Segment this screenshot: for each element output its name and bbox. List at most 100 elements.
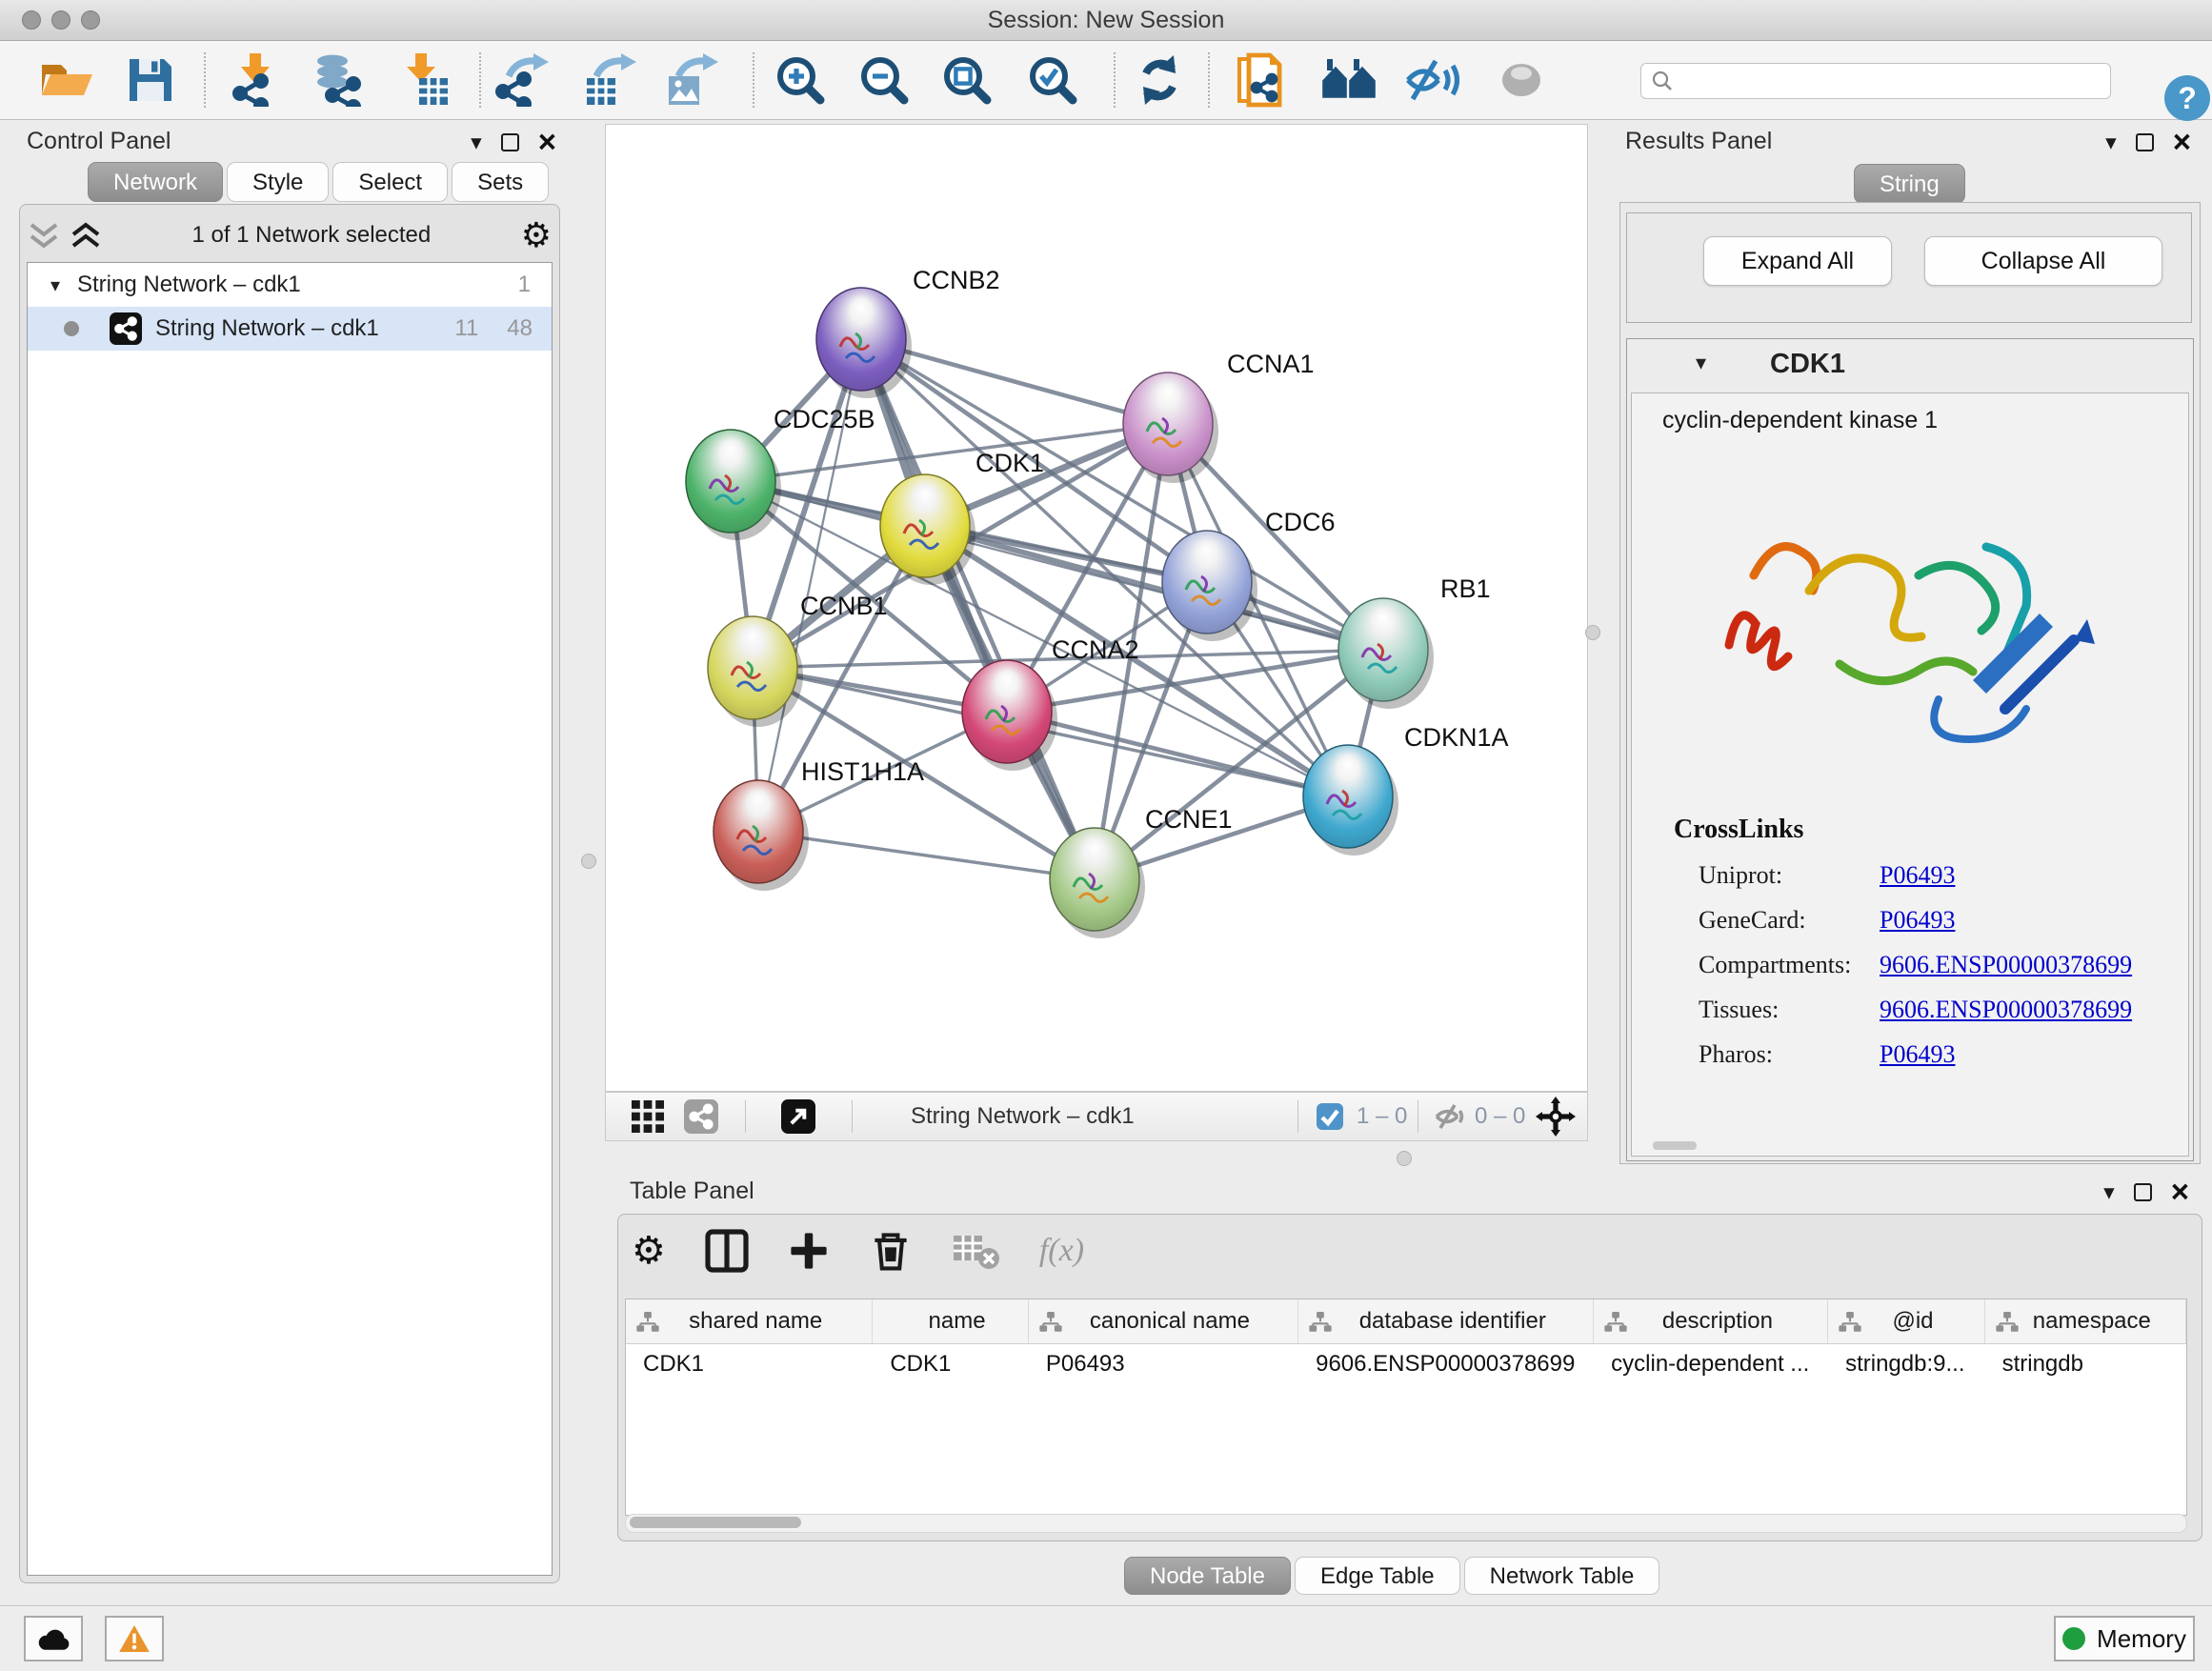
network-edge[interactable]	[1007, 712, 1348, 796]
memory-button[interactable]: Memory	[2054, 1616, 2195, 1661]
results-panel-close-icon[interactable]: ×	[2173, 130, 2191, 154]
tab-edge-table[interactable]: Edge Table	[1295, 1557, 1460, 1595]
network-node[interactable]	[1050, 828, 1145, 938]
collapse-all-icon[interactable]	[28, 221, 60, 250]
network-node[interactable]	[962, 660, 1057, 771]
network-node[interactable]	[686, 430, 781, 540]
zoom-in-icon[interactable]	[775, 55, 825, 105]
network-node[interactable]	[1338, 598, 1434, 709]
birdseye-view-icon[interactable]	[781, 1099, 815, 1134]
expand-all-button[interactable]: Expand All	[1703, 236, 1892, 286]
crosslink-link[interactable]: P06493	[1880, 861, 1955, 890]
import-table-icon[interactable]	[398, 53, 455, 107]
clone-network-icon[interactable]	[1234, 51, 1291, 109]
network-node-label: HIST1H1A	[801, 757, 924, 786]
table-cell[interactable]: 9606.ENSP00000378699	[1298, 1343, 1594, 1385]
vertical-splitter-handle[interactable]	[581, 854, 596, 869]
zoom-out-icon[interactable]	[859, 55, 909, 105]
delete-column-icon[interactable]	[868, 1228, 914, 1274]
cloud-button[interactable]	[24, 1616, 83, 1661]
tab-sets[interactable]: Sets	[452, 162, 549, 202]
gear-icon[interactable]: ⚙	[521, 218, 552, 252]
show-columns-icon[interactable]	[704, 1228, 750, 1274]
network-node[interactable]	[708, 616, 803, 727]
fit-content-crosshair-icon[interactable]	[1536, 1097, 1576, 1137]
collapse-all-button[interactable]: Collapse All	[1924, 236, 2162, 286]
control-panel-close-icon[interactable]: ×	[538, 130, 556, 154]
crosslink-link[interactable]: 9606.ENSP00000378699	[1880, 951, 2132, 979]
results-panel-menu-icon[interactable]: ▾	[2105, 131, 2117, 153]
network-row[interactable]: String Network – cdk1 11 48	[28, 307, 552, 351]
table-cell[interactable]: cyclin-dependent ...	[1594, 1343, 1828, 1385]
network-collection-row[interactable]: ▾ String Network – cdk1 1	[28, 263, 552, 307]
warning-button[interactable]	[105, 1616, 164, 1661]
refresh-layout-icon[interactable]	[1133, 53, 1186, 107]
table-cell[interactable]: stringdb	[1985, 1343, 2186, 1385]
control-panel-menu-icon[interactable]: ▾	[471, 131, 482, 153]
tab-style[interactable]: Style	[227, 162, 329, 202]
network-node[interactable]	[1162, 531, 1257, 641]
export-network-icon[interactable]	[493, 53, 551, 107]
network-canvas[interactable]: CCNB2CCNA1CDC25BCDK1CDC6RB1CCNB1CCNA2CDK…	[605, 124, 1588, 1092]
column-header[interactable]: namespace	[1985, 1299, 2186, 1343]
scrollbar-thumb[interactable]	[1653, 1141, 1697, 1150]
crosslink-link[interactable]: P06493	[1880, 1040, 1955, 1069]
network-node[interactable]	[1303, 745, 1398, 856]
help-button[interactable]: ?	[2164, 75, 2210, 121]
eye-icon[interactable]	[1497, 55, 1546, 105]
table-row[interactable]: CDK1CDK1P064939606.ENSP00000378699cyclin…	[626, 1343, 2186, 1385]
hide-unhide-icon[interactable]	[1404, 55, 1459, 105]
column-header[interactable]: canonical name	[1029, 1299, 1298, 1343]
network-node[interactable]	[1123, 372, 1218, 483]
grid-view-icon[interactable]	[632, 1100, 664, 1133]
scrollbar-thumb[interactable]	[630, 1517, 801, 1528]
column-header[interactable]: database identifier	[1298, 1299, 1594, 1343]
network-node[interactable]	[714, 780, 809, 891]
column-header[interactable]: @id	[1828, 1299, 1984, 1343]
tab-string[interactable]: String	[1854, 164, 1965, 204]
table-cell[interactable]: CDK1	[626, 1343, 873, 1385]
horizontal-splitter-handle[interactable]	[1397, 1151, 1412, 1166]
import-network-file-icon[interactable]	[229, 53, 286, 107]
network-node[interactable]	[816, 288, 912, 398]
open-session-icon[interactable]	[38, 55, 95, 105]
home-icon[interactable]	[1319, 57, 1380, 103]
search-input[interactable]	[1681, 66, 2102, 94]
tab-select[interactable]: Select	[332, 162, 448, 202]
gene-section-header[interactable]: ▾ CDK1	[1627, 339, 2193, 393]
column-header[interactable]: shared name	[626, 1299, 873, 1343]
table-cell[interactable]: CDK1	[873, 1343, 1029, 1385]
vertical-splitter-handle[interactable]	[1585, 625, 1600, 640]
search-field[interactable]	[1640, 63, 2111, 99]
horizontal-scrollbar[interactable]	[625, 1514, 2187, 1533]
crosslink-link[interactable]: 9606.ENSP00000378699	[1880, 996, 2132, 1024]
expand-all-icon[interactable]	[70, 221, 102, 250]
zoom-selected-icon[interactable]	[1028, 55, 1077, 105]
network-share-view-icon[interactable]	[684, 1099, 718, 1134]
tab-network[interactable]: Network	[88, 162, 223, 202]
edge-count: 48	[507, 315, 533, 342]
results-panel-float-icon[interactable]	[2136, 133, 2154, 151]
tab-network-table[interactable]: Network Table	[1464, 1557, 1660, 1595]
export-image-icon[interactable]	[663, 53, 720, 107]
tab-node-table[interactable]: Node Table	[1124, 1557, 1291, 1595]
selected-checkbox-icon[interactable]	[1317, 1103, 1343, 1130]
table-panel-menu-icon[interactable]: ▾	[2103, 1181, 2115, 1203]
zoom-fit-icon[interactable]	[942, 55, 992, 105]
table-cell[interactable]: P06493	[1029, 1343, 1298, 1385]
section-collapse-icon[interactable]: ▾	[1696, 351, 1706, 375]
column-header[interactable]: description	[1594, 1299, 1828, 1343]
table-panel-float-icon[interactable]	[2134, 1183, 2152, 1201]
network-node[interactable]	[880, 474, 975, 585]
save-session-icon[interactable]	[126, 55, 175, 105]
table-gear-icon[interactable]: ⚙	[632, 1232, 666, 1270]
crosslink-link[interactable]: P06493	[1880, 906, 1955, 935]
table-panel-close-icon[interactable]: ×	[2171, 1179, 2189, 1204]
control-panel-float-icon[interactable]	[501, 133, 519, 151]
table-cell[interactable]: stringdb:9...	[1828, 1343, 1985, 1385]
export-table-icon[interactable]	[581, 53, 638, 107]
column-header[interactable]: name	[873, 1299, 1028, 1343]
create-column-icon[interactable]	[788, 1230, 830, 1272]
import-network-database-icon[interactable]	[310, 53, 367, 107]
tree-expand-icon[interactable]: ▾	[28, 273, 60, 297]
